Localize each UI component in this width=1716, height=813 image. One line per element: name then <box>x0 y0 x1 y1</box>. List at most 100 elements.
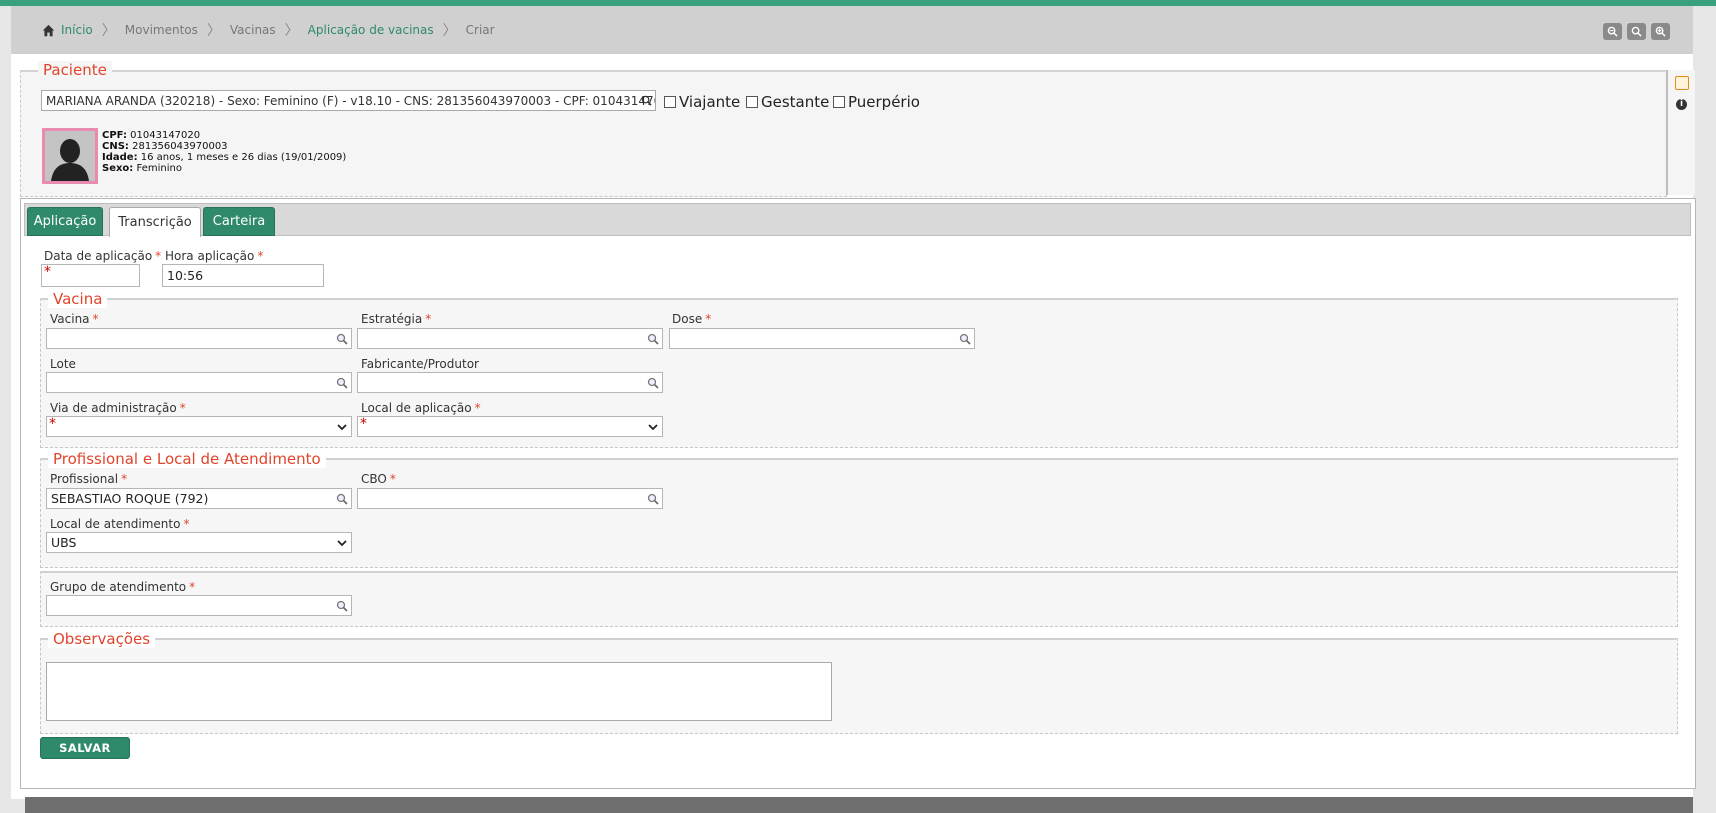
hora-aplicacao-input[interactable]: 10:56 <box>162 264 324 287</box>
hora-aplicacao-label-text: Hora aplicação <box>165 249 255 263</box>
search-icon[interactable] <box>336 600 348 612</box>
profissional-legend: Profissional e Local de Atendimento <box>48 450 326 468</box>
local-atendimento-label: Local de atendimento * <box>50 517 189 531</box>
required-marker-icon: * <box>44 264 51 280</box>
lote-search-input[interactable] <box>46 372 352 393</box>
search-icon[interactable] <box>959 333 971 345</box>
via-administracao-select[interactable]: * <box>46 416 352 437</box>
patient-select[interactable]: MARIANA ARANDA (320218) - Sexo: Feminino… <box>41 90 656 111</box>
home-icon <box>42 24 55 36</box>
save-button[interactable]: SALVAR <box>40 737 130 759</box>
observacoes-fieldset-border <box>40 638 1676 640</box>
zoom-reset-button[interactable] <box>1627 23 1646 40</box>
search-icon[interactable] <box>336 377 348 389</box>
search-icon[interactable] <box>647 377 659 389</box>
tab-transcricao[interactable]: Transcrição <box>109 207 201 237</box>
local-aplicacao-label: Local de aplicação * <box>361 401 481 415</box>
breadcrumb-separator: 〉 <box>442 23 457 39</box>
local-atendimento-label-text: Local de atendimento <box>50 517 181 531</box>
info-icon[interactable]: i <box>1676 99 1687 110</box>
fabricante-label: Fabricante/Produtor <box>361 357 479 371</box>
required-mark: * <box>474 401 481 415</box>
required-mark: * <box>425 312 432 326</box>
profissional-value: SEBASTIAO ROQUE (792) <box>51 491 209 506</box>
required-mark: * <box>92 312 99 326</box>
profissional-label-text: Profissional <box>50 472 119 486</box>
sexo-value: Feminino <box>136 163 182 174</box>
checkbox-puerperio-label: Puerpério <box>848 93 920 111</box>
patient-sexo: Sexo: Feminino <box>102 163 346 174</box>
search-icon[interactable] <box>647 333 659 345</box>
required-mark: * <box>389 472 396 486</box>
required-mark: * <box>155 249 162 263</box>
cbo-label: CBO * <box>361 472 396 486</box>
local-atendimento-select[interactable]: UBS <box>46 532 352 553</box>
cbo-search-input[interactable] <box>357 488 663 509</box>
vacina-label: Vacina * <box>50 312 99 326</box>
patient-cns: CNS: 281356043970003 <box>102 141 346 152</box>
zoom-in-button[interactable] <box>1651 23 1670 40</box>
chevron-down-icon <box>337 540 347 547</box>
dose-label-text: Dose <box>672 312 703 326</box>
breadcrumb-home-label: Início <box>61 23 93 37</box>
local-aplicacao-label-text: Local de aplicação <box>361 401 472 415</box>
estrategia-search-input[interactable] <box>357 328 663 349</box>
profissional-label: Profissional * <box>50 472 127 486</box>
patient-info: CPF: 01043147020 CNS: 281356043970003 Id… <box>102 130 346 174</box>
dose-label: Dose * <box>672 312 711 326</box>
checkbox-viajante[interactable]: Viajante <box>664 93 740 111</box>
checkbox-box[interactable] <box>833 96 845 108</box>
breadcrumb-item-criar: Criar <box>465 23 495 37</box>
idade-label: Idade: <box>102 152 138 163</box>
sexo-label: Sexo: <box>102 163 134 174</box>
lote-label-text: Lote <box>50 357 76 371</box>
zoom-controls <box>1603 23 1670 40</box>
checkbox-box[interactable] <box>746 96 758 108</box>
tab-aplicacao[interactable]: Aplicação <box>27 207 103 236</box>
breadcrumb-home[interactable]: Início <box>42 23 93 37</box>
lote-label: Lote <box>50 357 76 371</box>
checkbox-puerperio[interactable]: Puerpério <box>833 93 920 111</box>
profissional-search-input[interactable]: SEBASTIAO ROQUE (792) <box>46 488 352 509</box>
required-mark: * <box>705 312 712 326</box>
local-aplicacao-select[interactable]: * <box>357 416 663 437</box>
cpf-label: CPF: <box>102 130 127 141</box>
breadcrumb-item-vacinas[interactable]: Vacinas <box>230 23 276 37</box>
checkbox-gestante[interactable]: Gestante <box>746 93 829 111</box>
patient-avatar <box>42 128 98 184</box>
grupo-atendimento-search-input[interactable] <box>46 595 352 616</box>
checkbox-box[interactable] <box>664 96 676 108</box>
fabricante-label-text: Fabricante/Produtor <box>361 357 479 371</box>
fabricante-search-input[interactable] <box>357 372 663 393</box>
vacina-fieldset-border <box>40 298 1676 300</box>
idade-value: 16 anos, 1 meses e 26 dias (19/01/2009) <box>140 152 347 163</box>
patient-fieldset-border <box>20 70 1665 72</box>
via-administracao-label-text: Via de administração <box>50 401 177 415</box>
zoom-out-button[interactable] <box>1603 23 1622 40</box>
required-marker-icon: * <box>360 416 367 432</box>
observacoes-textarea[interactable] <box>46 662 832 721</box>
patient-select-value: MARIANA ARANDA (320218) - Sexo: Feminino… <box>46 94 655 108</box>
required-mark: * <box>189 580 196 594</box>
dose-search-input[interactable] <box>669 328 975 349</box>
tab-carteira[interactable]: Carteira <box>203 207 275 236</box>
hora-aplicacao-label: Hora aplicação * <box>165 249 263 263</box>
patient-legend: Paciente <box>38 61 112 79</box>
checkbox-gestante-label: Gestante <box>761 93 830 111</box>
breadcrumb-separator: 〉 <box>101 23 116 39</box>
via-administracao-label: Via de administração * <box>50 401 186 415</box>
cns-label: CNS: <box>102 141 129 152</box>
breadcrumb-item-aplicacao[interactable]: Aplicação de vacinas <box>308 23 434 37</box>
vacina-label-text: Vacina <box>50 312 90 326</box>
search-icon[interactable] <box>336 493 348 505</box>
data-aplicacao-input[interactable]: * <box>41 264 140 287</box>
checkbox-viajante-label: Viajante <box>679 93 741 111</box>
estrategia-label: Estratégia * <box>361 312 431 326</box>
zoom-reset-icon <box>1631 26 1642 37</box>
search-icon[interactable] <box>336 333 348 345</box>
cns-value: 281356043970003 <box>132 141 228 152</box>
search-icon[interactable] <box>647 493 659 505</box>
help-icon[interactable] <box>1675 76 1689 90</box>
breadcrumb-item-movimentos[interactable]: Movimentos <box>125 23 198 37</box>
vacina-search-input[interactable] <box>46 328 352 349</box>
